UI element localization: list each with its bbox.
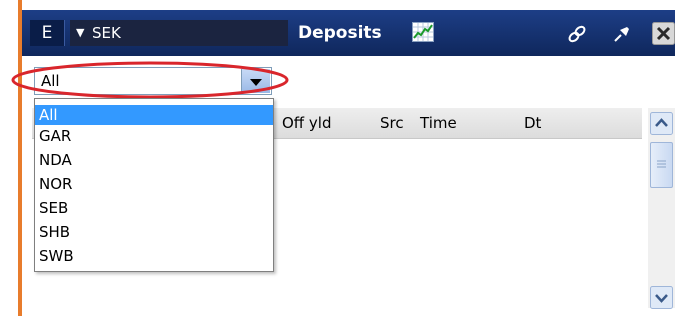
scroll-up-button[interactable] xyxy=(650,112,673,135)
currency-dropdown[interactable]: ▼ SEK xyxy=(70,20,288,46)
vertical-scrollbar[interactable] xyxy=(648,108,675,308)
chart-icon[interactable] xyxy=(412,22,434,42)
close-icon[interactable] xyxy=(652,22,675,45)
filter-option[interactable]: All xyxy=(35,105,273,125)
scroll-down-button[interactable] xyxy=(650,286,673,309)
column-header-dt[interactable]: Dt xyxy=(524,108,541,138)
highlight-annotation xyxy=(11,61,289,99)
column-header-src[interactable]: Src xyxy=(380,108,404,138)
filter-option[interactable]: NDA xyxy=(35,150,273,170)
scroll-thumb[interactable] xyxy=(650,142,673,188)
link-icon[interactable] xyxy=(566,24,588,44)
code-button[interactable]: E xyxy=(30,20,65,46)
filter-option[interactable]: SEB xyxy=(35,198,273,218)
filter-option[interactable]: NOR xyxy=(35,174,273,194)
currency-value: SEK xyxy=(92,24,121,42)
filter-options-list[interactable]: All GAR NDA NOR SEB SHB SWB xyxy=(34,98,274,272)
filter-option[interactable]: SWB xyxy=(35,246,273,266)
column-header-time[interactable]: Time xyxy=(420,108,457,138)
pin-icon[interactable] xyxy=(612,24,632,44)
column-header-off-yld[interactable]: Off yld xyxy=(282,108,331,138)
filter-option[interactable]: GAR xyxy=(35,126,273,146)
filter-option[interactable]: SHB xyxy=(35,222,273,242)
window-title: Deposits xyxy=(298,23,382,43)
chevron-down-icon: ▼ xyxy=(76,26,85,39)
grip-icon xyxy=(657,160,666,168)
